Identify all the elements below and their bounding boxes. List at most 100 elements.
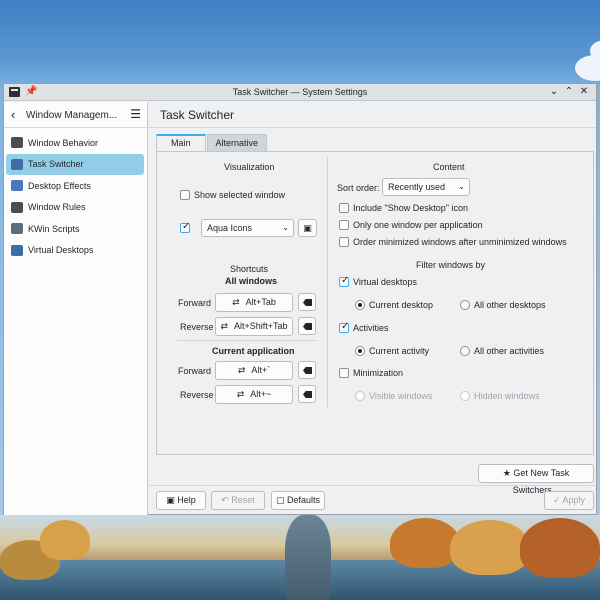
get-new-task-switchers-button[interactable]: ★ Get New Task Switchers... xyxy=(478,464,594,495)
window-rules-icon xyxy=(11,201,23,213)
current-desktop-radio[interactable] xyxy=(355,300,365,310)
all-forward-label: Forward xyxy=(178,298,212,308)
activities-checkbox[interactable] xyxy=(339,321,349,333)
sidebar-title: Window Managem... xyxy=(26,110,118,121)
tree xyxy=(450,520,530,575)
sort-order-value: Recently used xyxy=(388,182,446,192)
all-other-desktops-radio[interactable] xyxy=(460,300,470,310)
reset-label: Reset xyxy=(231,495,255,505)
sidebar-item-label: Desktop Effects xyxy=(28,180,91,191)
reset-button[interactable]: ↶ Reset xyxy=(211,491,265,510)
configure-style-button[interactable]: ▣ xyxy=(298,219,317,237)
app-reverse-shortcut-value: Alt+~ xyxy=(250,389,272,399)
current-desktop-label: Current desktop xyxy=(369,300,434,310)
star-icon: ★ xyxy=(502,468,511,478)
show-selected-window-checkbox[interactable] xyxy=(180,190,190,200)
visualization-heading: Visualization xyxy=(224,162,275,172)
include-show-desktop-checkbox[interactable] xyxy=(339,203,349,213)
all-other-activities-label: All other activities xyxy=(474,346,545,356)
virtual-desktops-icon xyxy=(11,244,23,256)
tab-main[interactable]: Main xyxy=(156,134,206,152)
sidebar-item-virtual-desktops[interactable]: Virtual Desktops xyxy=(6,240,144,262)
app-forward-label: Forward xyxy=(178,366,212,376)
hidden-windows-radio[interactable] xyxy=(460,391,470,401)
clear-all-forward-button[interactable] xyxy=(298,293,316,311)
desktop-effects-icon xyxy=(11,180,23,191)
activities-label: Activities xyxy=(353,323,389,333)
visible-windows-radio[interactable] xyxy=(355,391,365,401)
main-content: Task Switcher Main Alternative Visualiza… xyxy=(149,102,596,515)
sidebar-item-label: Window Behavior xyxy=(28,137,99,148)
defaults-button[interactable]: ▢ Defaults xyxy=(271,491,325,510)
sidebar-item-label: Virtual Desktops xyxy=(28,245,94,256)
sidebar-item-window-rules[interactable]: Window Rules xyxy=(6,197,144,219)
include-show-desktop-label: Include "Show Desktop" icon xyxy=(353,203,468,213)
titlebar: 📌 Task Switcher — System Settings ⌄ ⌃ ✕ xyxy=(4,84,596,101)
back-arrow-icon[interactable]: ‹ xyxy=(11,107,15,122)
all-reverse-shortcut-button[interactable]: ⇄ Alt+Shift+Tab xyxy=(215,317,293,336)
all-forward-shortcut-value: Alt+Tab xyxy=(245,297,276,307)
window-behavior-icon xyxy=(11,137,23,148)
visualization-style-checkbox[interactable] xyxy=(180,221,190,233)
order-minimized-label: Order minimized windows after unminimize… xyxy=(353,237,567,247)
sidebar: ‹ Window Managem... ☰ Window Behavior Ta… xyxy=(4,102,148,515)
standing-figure xyxy=(285,515,331,600)
reset-icon: ↶ xyxy=(221,495,229,505)
all-forward-shortcut-button[interactable]: ⇄ Alt+Tab xyxy=(215,293,293,312)
help-button[interactable]: ▣ Help xyxy=(156,491,206,510)
sidebar-item-label: Window Rules xyxy=(28,202,86,213)
page-title: Task Switcher xyxy=(160,108,235,122)
sort-order-select[interactable]: Recently used ⌄ xyxy=(382,178,470,196)
one-window-per-app-checkbox[interactable] xyxy=(339,220,349,230)
one-window-per-app-label: Only one window per application xyxy=(353,220,483,230)
clear-app-reverse-button[interactable] xyxy=(298,385,316,403)
app-forward-shortcut-button[interactable]: ⇄ Alt+` xyxy=(215,361,293,380)
all-other-desktops-label: All other desktops xyxy=(474,300,546,310)
tab-alternative[interactable]: Alternative xyxy=(206,134,268,152)
minimization-label: Minimization xyxy=(353,368,404,378)
all-windows-heading: All windows xyxy=(225,276,278,286)
virtual-desktops-checkbox[interactable] xyxy=(339,275,349,287)
shortcuts-heading: Shortcuts xyxy=(230,264,269,274)
footer: ▣ Help ↶ Reset ▢ Defaults ✓ Apply xyxy=(149,485,596,515)
current-activity-radio[interactable] xyxy=(355,346,365,356)
defaults-label: Defaults xyxy=(287,495,321,505)
content-heading: Content xyxy=(433,162,465,172)
sidebar-item-desktop-effects[interactable]: Desktop Effects xyxy=(6,175,144,197)
all-other-activities-radio[interactable] xyxy=(460,346,470,356)
sidebar-item-kwin-scripts[interactable]: KWin Scripts xyxy=(6,218,144,240)
visualization-style-value: Aqua Icons xyxy=(207,223,253,233)
shortcut-icon: ⇄ xyxy=(232,297,240,307)
chevron-down-icon: ⌄ xyxy=(458,182,465,191)
hamburger-menu-icon[interactable]: ☰ xyxy=(130,107,141,121)
shortcut-icon: ⇄ xyxy=(237,365,246,375)
tab-bar: Main Alternative xyxy=(156,134,268,152)
sidebar-item-task-switcher[interactable]: Task Switcher xyxy=(6,153,144,175)
close-button[interactable]: ✕ xyxy=(578,86,590,97)
minimization-checkbox[interactable] xyxy=(339,368,349,378)
sidebar-item-window-behavior[interactable]: Window Behavior xyxy=(6,132,144,154)
check-icon: ✓ xyxy=(552,495,561,505)
visualization-style-select[interactable]: Aqua Icons ⌄ xyxy=(201,219,294,237)
sidebar-item-label: KWin Scripts xyxy=(28,223,80,234)
all-reverse-shortcut-value: Alt+Shift+Tab xyxy=(234,321,288,331)
minimize-button[interactable]: ⌄ xyxy=(548,86,560,97)
maximize-button[interactable]: ⌃ xyxy=(563,86,575,97)
all-reverse-label: Reverse xyxy=(180,322,214,332)
order-minimized-checkbox[interactable] xyxy=(339,237,349,247)
visible-windows-label: Visible windows xyxy=(369,391,433,401)
sidebar-item-label: Task Switcher xyxy=(28,159,84,170)
app-reverse-shortcut-button[interactable]: ⇄ Alt+~ xyxy=(215,385,293,404)
virtual-desktops-label: Virtual desktops xyxy=(353,277,417,287)
divider xyxy=(177,340,317,341)
tab-panel: Visualization Show selected window Aqua … xyxy=(156,151,594,455)
apply-button[interactable]: ✓ Apply xyxy=(544,491,594,510)
clear-app-forward-button[interactable] xyxy=(298,361,316,379)
column-divider xyxy=(327,157,328,407)
kwin-scripts-icon xyxy=(11,223,23,234)
app-reverse-label: Reverse xyxy=(180,390,214,400)
tree xyxy=(520,518,600,578)
show-selected-window-label: Show selected window xyxy=(194,190,286,200)
sidebar-header: ‹ Window Managem... ☰ xyxy=(4,102,147,128)
clear-all-reverse-button[interactable] xyxy=(298,317,316,335)
